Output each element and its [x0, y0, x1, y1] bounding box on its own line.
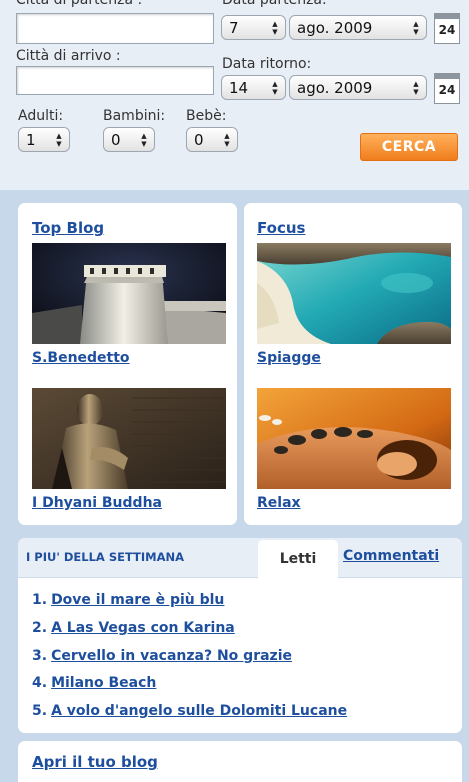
- adults-select[interactable]: 1 ▲ ▼: [18, 127, 70, 152]
- return-month-select[interactable]: ago. 2009 ▲ ▼: [289, 75, 427, 100]
- list-item[interactable]: 2. A Las Vegas con Karina: [32, 620, 235, 636]
- dhyani-buddha-link[interactable]: I Dhyani Buddha: [32, 495, 162, 511]
- departure-date-label: Data partenza:: [222, 0, 327, 8]
- castle-tower-image: [32, 243, 226, 344]
- infants-select[interactable]: 0 ▲ ▼: [186, 127, 238, 152]
- s-benedetto-link[interactable]: S.Benedetto: [32, 350, 130, 366]
- article-link[interactable]: A Las Vegas con Karina: [51, 620, 235, 636]
- beach-photo[interactable]: [257, 243, 451, 344]
- infants-label: Bebè:: [186, 108, 227, 124]
- castle-tower-photo[interactable]: [32, 243, 226, 344]
- adults-label: Adulti:: [18, 108, 64, 124]
- updown-arrows-icon: ▲ ▼: [272, 19, 278, 36]
- open-blog-box: Apri il tuo blog: [18, 741, 462, 782]
- children-label: Bambini:: [103, 108, 166, 124]
- travel-search-form: Città di partenza : Data partenza: 7 ▲ ▼ …: [0, 0, 469, 190]
- departure-day-select[interactable]: 7 ▲ ▼: [221, 15, 286, 40]
- updown-arrows-icon: ▲ ▼: [413, 79, 419, 96]
- departure-month-select[interactable]: ago. 2009 ▲ ▼: [289, 15, 427, 40]
- article-link[interactable]: Dove il mare è più blu: [51, 592, 224, 608]
- updown-arrows-icon: ▲ ▼: [272, 79, 278, 96]
- top-blog-title-link[interactable]: Top Blog: [32, 219, 104, 237]
- updown-arrows-icon: ▲ ▼: [413, 19, 419, 36]
- tab-commentati[interactable]: Commentati: [343, 548, 439, 564]
- list-item[interactable]: 5. A volo d'angelo sulle Dolomiti Lucane: [32, 703, 347, 719]
- return-date-label: Data ritorno:: [222, 56, 312, 72]
- list-item[interactable]: 1. Dove il mare è più blu: [32, 592, 224, 608]
- buddha-photo[interactable]: [32, 388, 226, 489]
- updown-arrows-icon: ▲ ▼: [141, 131, 147, 148]
- return-calendar-icon[interactable]: 24: [434, 73, 460, 104]
- spiagge-link[interactable]: Spiagge: [257, 350, 321, 366]
- return-day-select[interactable]: 14 ▲ ▼: [221, 75, 286, 100]
- list-item[interactable]: 4. Milano Beach: [32, 675, 156, 691]
- relax-link[interactable]: Relax: [257, 495, 301, 511]
- list-item[interactable]: 3. Cervello in vacanza? No grazie: [32, 648, 292, 664]
- children-select[interactable]: 0 ▲ ▼: [103, 127, 155, 152]
- departure-calendar-icon[interactable]: 24: [434, 13, 460, 44]
- beach-cove-image: [257, 243, 451, 344]
- search-button[interactable]: CERCA: [360, 133, 458, 161]
- buddha-statue-image: [32, 388, 226, 489]
- hot-stone-massage-image: [257, 388, 451, 489]
- weekly-top-box: I PIU' DELLA SETTIMANA Letti Commentati …: [18, 538, 462, 733]
- arrival-city-label: Città di arrivo :: [16, 48, 121, 64]
- focus-title-link[interactable]: Focus: [257, 219, 305, 237]
- article-link[interactable]: A volo d'angelo sulle Dolomiti Lucane: [51, 703, 347, 719]
- focus-panel: Focus Spiagge Relax: [244, 203, 462, 525]
- arrival-city-input[interactable]: [16, 66, 214, 95]
- tab-letti[interactable]: Letti: [258, 540, 338, 579]
- article-link[interactable]: Milano Beach: [51, 675, 156, 691]
- updown-arrows-icon: ▲ ▼: [224, 131, 230, 148]
- top-blog-panel: Top Blog S.Benedetto I Dhyani Buddha: [18, 203, 237, 525]
- weekly-top-title: I PIU' DELLA SETTIMANA: [26, 550, 185, 564]
- relax-photo[interactable]: [257, 388, 451, 489]
- article-link[interactable]: Cervello in vacanza? No grazie: [51, 648, 292, 664]
- departure-city-label: Città di partenza :: [16, 0, 143, 8]
- open-blog-link[interactable]: Apri il tuo blog: [32, 753, 158, 771]
- updown-arrows-icon: ▲ ▼: [56, 131, 62, 148]
- departure-city-input[interactable]: [16, 13, 214, 44]
- weekly-top-header: I PIU' DELLA SETTIMANA Letti Commentati: [18, 538, 462, 579]
